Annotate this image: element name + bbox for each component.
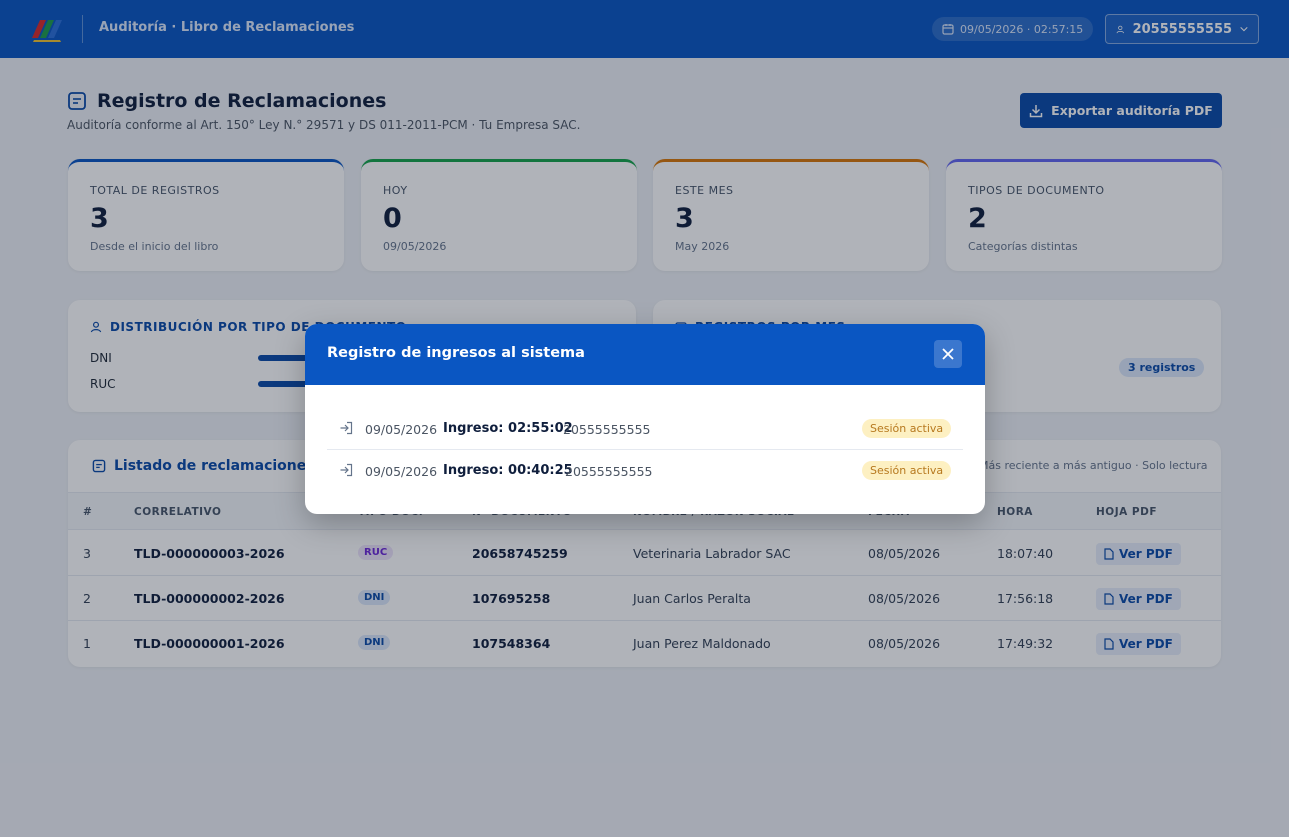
- login-icon: [340, 463, 353, 477]
- close-icon: [942, 348, 954, 360]
- session-status-badge: Sesión activa: [862, 419, 952, 438]
- login-icon: [340, 421, 353, 435]
- modal-title: Registro de ingresos al sistema: [327, 345, 585, 361]
- login-log-modal: Registro de ingresos al sistema 09/05/20…: [305, 324, 985, 514]
- login-date: 09/05/2026: [365, 422, 438, 437]
- login-date: 09/05/2026: [365, 464, 438, 479]
- login-time: Ingreso: 02:55:02: [443, 421, 573, 436]
- modal-header: Registro de ingresos al sistema: [305, 324, 985, 385]
- login-entry: 09/05/2026 Ingreso: 00:40:25 20555555555…: [327, 450, 963, 492]
- login-user: 20555555555: [563, 422, 651, 437]
- login-time: Ingreso: 00:40:25: [443, 463, 573, 478]
- login-entry: 09/05/2026 Ingreso: 02:55:02 20555555555…: [327, 408, 963, 450]
- close-button[interactable]: [934, 340, 962, 368]
- session-status-badge: Sesión activa: [862, 461, 952, 480]
- login-user: 20555555555: [565, 464, 653, 479]
